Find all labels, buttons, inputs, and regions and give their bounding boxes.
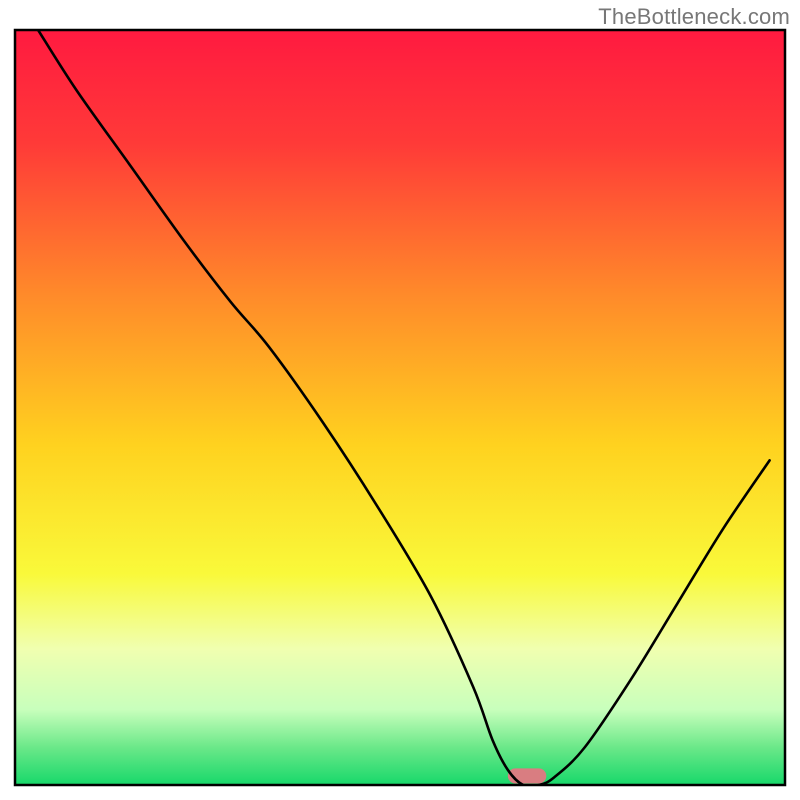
watermark-text: TheBottleneck.com: [598, 4, 790, 30]
chart-container: { "watermark": "TheBottleneck.com", "cha…: [0, 0, 800, 800]
gradient-background: [15, 30, 785, 785]
bottleneck-chart: [0, 0, 800, 800]
